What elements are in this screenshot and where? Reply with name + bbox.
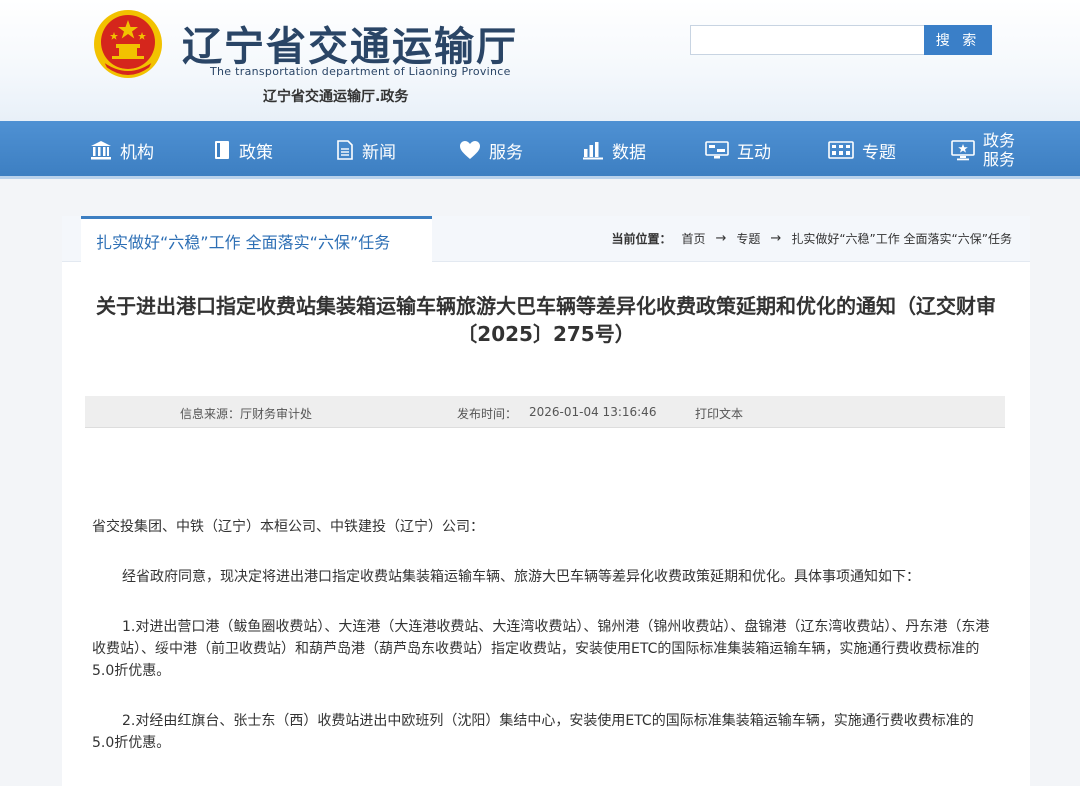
- topic-tab[interactable]: 扎实做好“六稳”工作 全面落实“六保”任务: [81, 216, 432, 263]
- nav-item-interaction[interactable]: 互动: [705, 121, 771, 179]
- nav-item-gov-service[interactable]: 政务 服务: [951, 121, 1015, 179]
- nav-label-gov-service: 政务 服务: [983, 131, 1016, 169]
- print-button[interactable]: 打印文本: [695, 405, 743, 422]
- chat-monitor-icon: [705, 141, 729, 159]
- nav-item-policy[interactable]: 政策: [213, 121, 273, 179]
- article-body: 省交投集团、中铁（辽宁）本桓公司、中铁建投（辽宁）公司： 经省政府同意，现决定将…: [92, 516, 992, 782]
- nav-label-data: 数据: [612, 142, 646, 163]
- article-card: 扎实做好“六稳”工作 全面落实“六保”任务 当前位置： 首页 → 专题 → 扎实…: [62, 216, 1030, 786]
- nav-label-interaction: 互动: [737, 142, 771, 163]
- search-button[interactable]: 搜 索: [924, 25, 992, 55]
- main-nav: 机构 政策 新闻 服务 数据 互动 专题 政务 服务: [0, 121, 1080, 179]
- article-source: 信息来源：厅财务审计处: [180, 407, 313, 421]
- breadcrumb-label: 当前位置：: [611, 232, 672, 246]
- nav-item-data[interactable]: 数据: [582, 121, 646, 179]
- publish-time: 2026-01-04 13:16:46: [529, 405, 657, 419]
- news-icon: [337, 140, 353, 160]
- document-icon: [215, 141, 229, 159]
- article-meta-bar: 信息来源：厅财务审计处 发布时间： 2026-01-04 13:16:46 打印…: [85, 396, 1005, 428]
- search-input[interactable]: [690, 25, 926, 55]
- breadcrumb-home-link[interactable]: 首页: [681, 230, 705, 247]
- site-subtitle-en: The transportation department of Liaonin…: [210, 65, 511, 78]
- bar-chart-icon: [583, 142, 603, 160]
- breadcrumb-current-link[interactable]: 扎实做好“六稳”工作 全面落实“六保”任务: [791, 230, 1012, 247]
- site-title: 辽宁省交通运输厅: [182, 23, 518, 70]
- breadcrumb-arrow-icon: →: [715, 231, 727, 246]
- nav-label-institution: 机构: [120, 142, 154, 163]
- film-icon: [828, 141, 854, 159]
- publish-time-label: 发布时间：: [457, 407, 518, 421]
- article-paragraph: 经省政府同意，现决定将进出港口指定收费站集装箱运输车辆、旅游大巴车辆等差异化收费…: [122, 569, 920, 585]
- nav-item-news[interactable]: 新闻: [336, 121, 396, 179]
- article-paragraph: 2.对经由红旗台、张士东（西）收费站进出中欧班列（沈阳）集结中心，安装使用ETC…: [92, 713, 974, 751]
- breadcrumb-topic-link[interactable]: 专题: [736, 230, 760, 247]
- nav-label-topic: 专题: [862, 142, 896, 163]
- nav-item-service[interactable]: 服务: [459, 121, 523, 179]
- heart-icon: [460, 141, 480, 159]
- nav-label-policy: 政策: [239, 142, 273, 163]
- national-emblem-icon: [94, 10, 162, 78]
- nav-label-service: 服务: [489, 142, 523, 163]
- nav-item-topic[interactable]: 专题: [828, 121, 896, 179]
- site-header: 辽宁省交通运输厅 The transportation department o…: [0, 0, 1080, 121]
- nav-item-institution[interactable]: 机构: [90, 121, 154, 179]
- breadcrumb-bar: 扎实做好“六稳”工作 全面落实“六保”任务 当前位置： 首页 → 专题 → 扎实…: [62, 216, 1030, 263]
- article-paragraph: 1.对进出营口港（鲅鱼圈收费站）、大连港（大连港收费站、大连湾收费站）、锦州港（…: [92, 619, 990, 679]
- article-title: 关于进出港口指定收费站集装箱运输车辆旅游大巴车辆等差异化收费政策延期和优化的通知…: [96, 294, 996, 346]
- site-subtitle-cn: 辽宁省交通运输厅.政务: [263, 89, 409, 105]
- breadcrumb: 当前位置： 首页 → 专题 → 扎实做好“六稳”工作 全面落实“六保”任务: [611, 230, 1012, 247]
- article-paragraph-salutation: 省交投集团、中铁（辽宁）本桓公司、中铁建投（辽宁）公司：: [92, 519, 484, 535]
- breadcrumb-arrow-icon: →: [770, 231, 782, 246]
- monitor-icon: [951, 140, 975, 161]
- institution-icon: [91, 141, 111, 160]
- nav-label-news: 新闻: [362, 142, 396, 163]
